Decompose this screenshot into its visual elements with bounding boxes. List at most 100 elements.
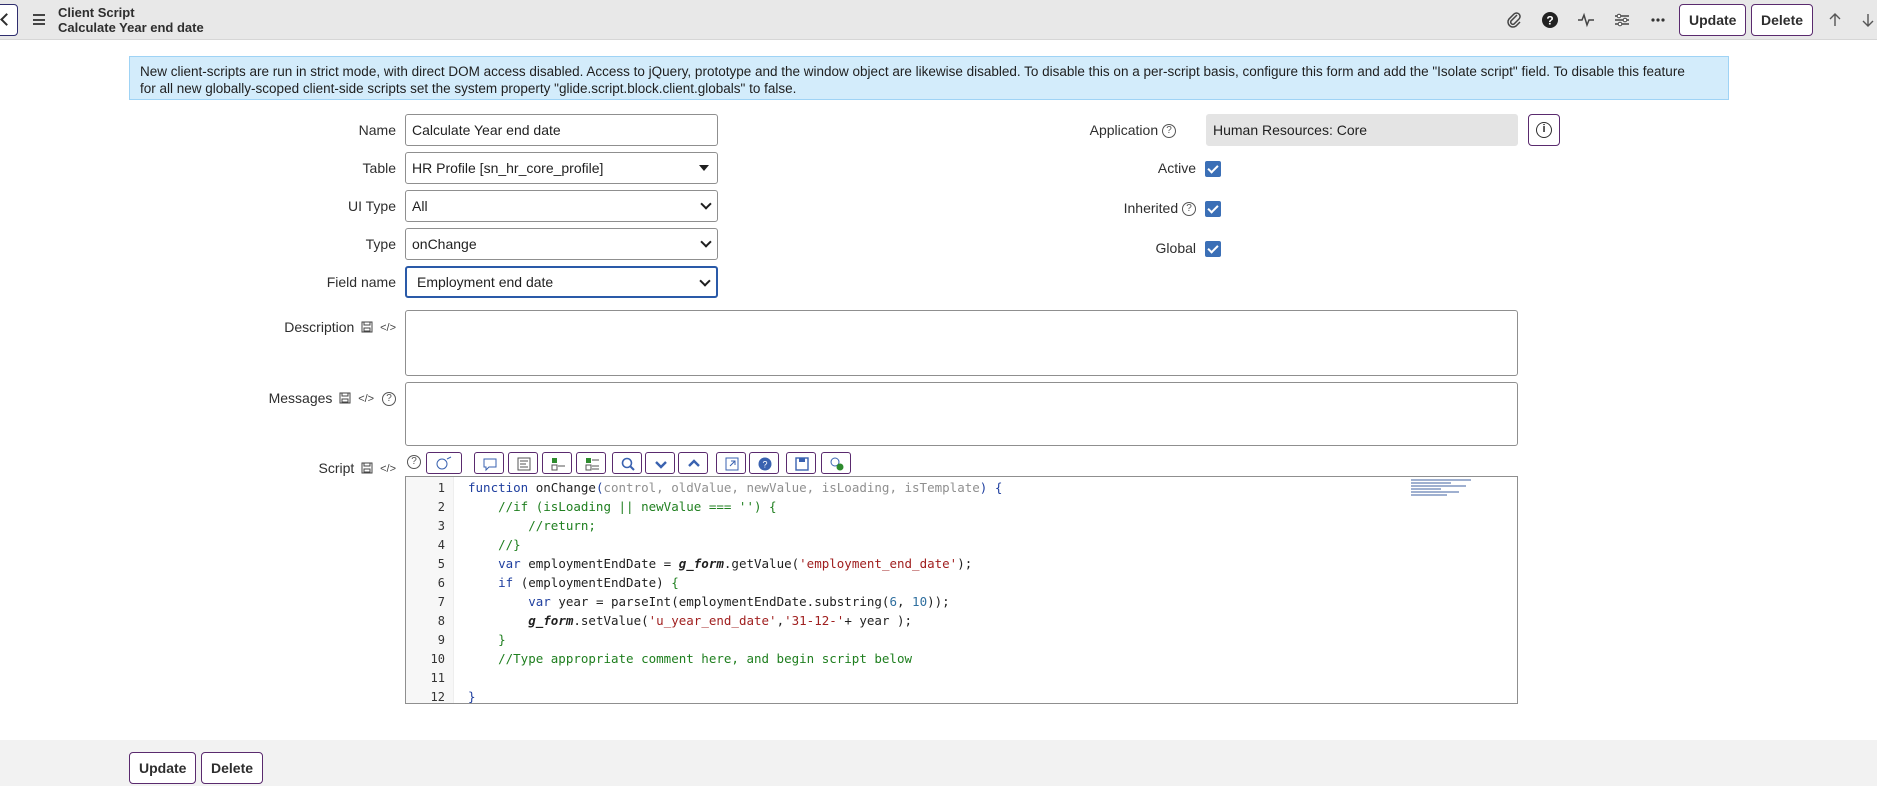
help-circle-icon[interactable]: ? <box>382 392 396 407</box>
code-line: var year = parseInt(employmentEndDate.su… <box>528 594 950 609</box>
save-script-button[interactable] <box>786 452 816 474</box>
table-label: Table <box>362 160 396 176</box>
name-label: Name <box>358 122 396 138</box>
format-code-button[interactable] <box>508 452 538 474</box>
type-label: Type <box>365 236 396 252</box>
code-line: //Type appropriate comment here, and beg… <box>468 651 913 666</box>
table-value: HR Profile [sn_hr_core_profile] <box>412 160 604 176</box>
save-icon[interactable] <box>361 462 373 477</box>
settings-sliders-icon[interactable] <box>1612 10 1632 30</box>
search-button[interactable] <box>612 452 642 474</box>
replace-button[interactable] <box>542 452 572 474</box>
footer-update-button[interactable]: Update <box>129 752 197 784</box>
info-icon: i <box>1536 122 1552 138</box>
description-textarea[interactable] <box>405 310 1518 376</box>
code-line: g_form.setValue('u_year_end_date','31-12… <box>528 613 913 628</box>
help-circle-icon[interactable]: ? <box>407 455 421 469</box>
footer-delete-button[interactable]: Delete <box>201 752 264 784</box>
banner-line-1: New client-scripts are run in strict mod… <box>140 64 1685 79</box>
inherited-checkbox[interactable] <box>1205 201 1221 217</box>
banner-line-2: for all new globally-scoped client-side … <box>140 81 797 96</box>
line-number: 8 <box>437 614 445 628</box>
toggle-comment-button[interactable] <box>474 452 504 474</box>
code-line: function onChange(control, oldValue, new… <box>468 480 1003 495</box>
chevron-down-icon <box>700 198 712 210</box>
save-icon[interactable] <box>339 392 351 407</box>
script-label: Script </> <box>318 460 396 477</box>
code-icon[interactable]: </> <box>380 322 396 334</box>
find-next-button[interactable] <box>645 452 675 474</box>
dropdown-caret-icon <box>699 165 709 171</box>
line-number: 1 <box>437 481 445 495</box>
menu-icon[interactable] <box>33 14 45 25</box>
form-footer <box>0 740 1877 786</box>
code-minimap[interactable] <box>1411 479 1479 503</box>
paperclip-icon[interactable] <box>1504 10 1524 30</box>
active-checkbox[interactable] <box>1205 161 1221 177</box>
ui-type-label: UI Type <box>348 198 396 214</box>
replace-all-button[interactable] <box>576 452 606 474</box>
back-button[interactable] <box>0 4 18 36</box>
global-label: Global <box>1155 240 1196 256</box>
global-checkbox[interactable] <box>1205 241 1221 257</box>
header-delete-button[interactable]: Delete <box>1751 4 1814 36</box>
inherited-label: Inherited ? <box>1060 200 1196 217</box>
ui-type-select[interactable]: All <box>405 190 718 222</box>
script-debug-button[interactable] <box>426 452 462 474</box>
line-number: 4 <box>437 538 445 552</box>
name-input[interactable]: Calculate Year end date <box>405 114 718 146</box>
description-label: Description </> <box>284 319 396 336</box>
application-field: Human Resources: Core <box>1206 114 1518 146</box>
script-help-button[interactable]: ? <box>749 452 779 474</box>
code-line: //} <box>468 537 521 552</box>
form-header: Client Script Calculate Year end date ? … <box>0 0 1877 40</box>
line-number: 9 <box>437 633 445 647</box>
line-number: 12 <box>430 690 445 704</box>
field-name-value: Employment end date <box>417 274 554 290</box>
previous-record-icon[interactable] <box>1825 10 1845 30</box>
svg-text:?: ? <box>1546 14 1553 28</box>
code-icon[interactable]: </> <box>380 463 396 475</box>
active-label: Active <box>1157 160 1196 176</box>
chevron-down-icon <box>699 275 711 287</box>
record-title: Calculate Year end date <box>58 20 204 35</box>
strict-mode-info-banner: New client-scripts are run in strict mod… <box>129 56 1729 100</box>
save-icon[interactable] <box>361 321 373 336</box>
next-record-icon[interactable] <box>1858 10 1877 30</box>
application-info-button[interactable]: i <box>1528 114 1560 146</box>
line-number: 5 <box>437 557 445 571</box>
line-number: 2 <box>437 500 445 514</box>
activity-icon[interactable] <box>1576 10 1596 30</box>
messages-textarea[interactable] <box>405 382 1518 446</box>
help-circle-icon[interactable]: ? <box>1162 124 1176 139</box>
code-line: var employmentEndDate = g_form.getValue(… <box>498 556 973 571</box>
header-update-button[interactable]: Update <box>1679 4 1747 36</box>
type-value: onChange <box>412 236 477 252</box>
syntax-check-button[interactable] <box>821 452 851 474</box>
find-previous-button[interactable] <box>678 452 708 474</box>
code-line: if (employmentEndDate) { <box>498 575 679 590</box>
line-number: 10 <box>430 652 445 666</box>
help-icon[interactable]: ? <box>1540 10 1560 30</box>
field-name-label: Field name <box>326 274 396 290</box>
svg-text:?: ? <box>762 460 767 470</box>
messages-label: Messages </> ? <box>240 390 396 407</box>
type-select[interactable]: onChange <box>405 228 718 260</box>
code-line: //return; <box>468 518 596 533</box>
chevron-down-icon <box>700 236 712 248</box>
code-line: } <box>468 632 506 647</box>
chevron-left-icon <box>0 13 13 26</box>
table-select[interactable]: HR Profile [sn_hr_core_profile] <box>405 152 718 184</box>
more-options-icon[interactable] <box>1648 10 1668 30</box>
page-title: Client Script <box>58 5 135 20</box>
application-label: Application ? <box>1060 122 1176 139</box>
fullscreen-button[interactable] <box>716 452 746 474</box>
field-name-select[interactable]: Employment end date <box>405 266 718 298</box>
code-icon[interactable]: </> <box>358 393 374 405</box>
line-number: 11 <box>430 671 445 685</box>
code-line: //if (isLoading || newValue === '') { <box>468 499 777 514</box>
script-editor[interactable]: 1 2 3 4 5 6 7 8 9 10 11 12 function onCh… <box>405 476 1518 704</box>
help-circle-icon[interactable]: ? <box>1182 202 1196 217</box>
line-number: 7 <box>437 595 445 609</box>
